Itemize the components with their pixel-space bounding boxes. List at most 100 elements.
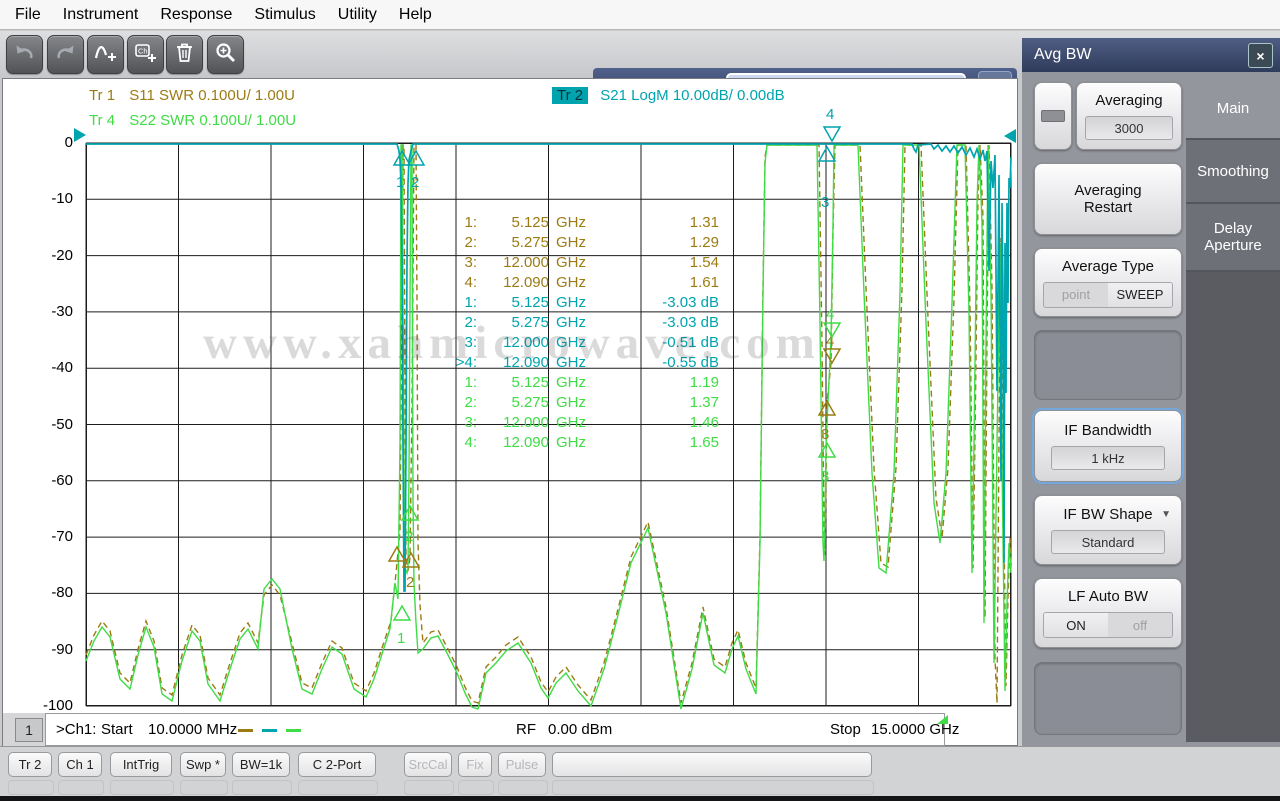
status-channel: >Ch1: [56, 721, 96, 738]
marker-number: 2: [443, 313, 477, 333]
averaging-toggle-button[interactable] [1034, 82, 1072, 150]
statusbar-button-ch-1[interactable]: Ch 1 [58, 752, 102, 777]
marker-row: 1:5.125GHz1.19 [443, 373, 719, 393]
marker-row: >4:12.090GHz-0.55 dB [443, 353, 719, 373]
marker-frequency: 5.275 [477, 313, 549, 333]
marker-number: 4: [443, 433, 477, 453]
tab-main[interactable]: Main [1186, 78, 1280, 140]
lf-auto-bw-toggle[interactable]: ON off [1043, 612, 1173, 638]
marker-3-symbol[interactable] [819, 147, 835, 161]
marker-4-symbol[interactable] [824, 127, 840, 141]
statusbar-ghost-button [180, 780, 228, 795]
statusbar-button-srccal[interactable]: SrcCal [404, 752, 452, 777]
menu-response[interactable]: Response [149, 6, 243, 24]
averaging-restart-button[interactable]: Averaging Restart [1034, 163, 1182, 235]
lf-auto-bw-off[interactable]: off [1108, 613, 1172, 637]
menu-help[interactable]: Help [388, 6, 443, 24]
channel-status-bar: >Ch1: Start 10.0000 MHz RF 0.00 dBm Stop… [45, 713, 945, 746]
status-start-label: Start [101, 721, 133, 738]
marker-1-symbol[interactable] [394, 606, 410, 620]
menu-instrument[interactable]: Instrument [52, 6, 150, 24]
marker-frequency: 12.000 [477, 333, 549, 353]
menu-utility[interactable]: Utility [327, 6, 388, 24]
marker-row: 4:12.090 GHz1.65 [443, 433, 719, 453]
marker-unit: GHz [556, 333, 602, 353]
delete-button[interactable] [166, 35, 203, 74]
delete-icon [173, 41, 196, 69]
vna-application-window: FileInstrumentResponseStimulusUtilityHel… [0, 0, 1280, 801]
statusbar-ghost-button [232, 780, 292, 795]
if-bandwidth-button[interactable]: IF Bandwidth 1 kHz [1034, 410, 1182, 482]
trace1-def: S11 SWR 0.100U/ 1.00U [129, 87, 295, 104]
trace4-legend[interactable]: Tr 4 S22 SWR 0.100U/ 1.00U [89, 112, 296, 129]
marker-unit: GHz [556, 373, 602, 393]
marker-frequency: 12.000 [477, 253, 549, 273]
average-type-toggle[interactable]: point SWEEP [1043, 282, 1173, 308]
marker-1-number: 1 [396, 174, 404, 191]
statusbar-ghost-button [58, 780, 104, 795]
marker-value: 1.46 [602, 413, 719, 433]
statusbar-button-pulse[interactable]: Pulse [498, 752, 546, 777]
statusbar-button-c-2-port[interactable]: C 2-Port [298, 752, 376, 777]
marker-4-number: 4 [826, 106, 834, 123]
average-type-button[interactable]: Average Type point SWEEP [1034, 248, 1182, 317]
marker-number: 1: [443, 293, 477, 313]
channel-badge[interactable]: 1 [15, 718, 43, 742]
trace2-id: Tr 2 [552, 87, 588, 104]
tab-smoothing[interactable]: Smoothing [1186, 140, 1280, 204]
marker-number: 1: [443, 373, 477, 393]
if-bw-shape-button[interactable]: IF BW Shape ▼ Standard [1034, 495, 1182, 565]
averaging-button[interactable]: Averaging 3000 [1076, 82, 1182, 150]
statusbar-ghost-button [298, 780, 378, 795]
add-channel-button[interactable]: Ch [127, 35, 164, 74]
y-tick-label: -70 [29, 528, 73, 545]
zoom-in-button[interactable] [207, 35, 244, 74]
statusbar-button-fix[interactable]: Fix [458, 752, 492, 777]
marker-value: 1.65 [602, 433, 719, 453]
marker-unit: GHz [556, 293, 602, 313]
marker-unit: GHz [556, 433, 602, 453]
marker-unit: GHz [556, 353, 602, 373]
trace4-id: Tr 4 [89, 112, 115, 129]
lf-auto-bw-on[interactable]: ON [1044, 613, 1108, 637]
close-icon[interactable]: × [1248, 43, 1273, 68]
trace1-legend[interactable]: Tr 1 S11 SWR 0.100U/ 1.00U [89, 87, 295, 104]
tab-label: Smoothing [1192, 163, 1274, 180]
lf-auto-bw-button[interactable]: LF Auto BW ON off [1034, 578, 1182, 648]
panel-tab-column: Main Smoothing Delay Aperture [1186, 78, 1280, 742]
tab-delay-aperture[interactable]: Delay Aperture [1186, 204, 1280, 272]
statusbar-button-swp-[interactable]: Swp * [180, 752, 226, 777]
marker-unit: GHz [556, 393, 602, 413]
blank-softkey-1 [1034, 330, 1182, 400]
marker-row: 1:5.125GHz-3.03 dB [443, 293, 719, 313]
menu-file[interactable]: File [4, 6, 52, 24]
trace2-legend[interactable]: Tr 2 S21 LogM 10.00dB/ 0.00dB [552, 87, 785, 104]
if-bw-shape-value: Standard [1051, 530, 1165, 554]
tab-label: Delay Aperture [1192, 220, 1274, 254]
marker-value: -0.55 dB [602, 353, 719, 373]
trace2-def: S21 LogM 10.00dB/ 0.00dB [600, 87, 784, 104]
marker-row: 2:5.275GHz1.29 [443, 233, 719, 253]
zoom-in-icon [214, 41, 237, 69]
instrument-status-bar: Tr 2Ch 1 IntTrig Swp *BW=1k C 2-Port SrcCalF… [0, 746, 1280, 801]
statusbar-button-blank[interactable] [552, 752, 872, 777]
lf-auto-bw-label: LF Auto BW [1068, 588, 1148, 605]
add-trace-icon [94, 41, 118, 69]
statusbar-button-inttrig[interactable]: IntTrig [110, 752, 172, 777]
average-type-sweep[interactable]: SWEEP [1108, 283, 1172, 307]
menu-stimulus[interactable]: Stimulus [243, 6, 326, 24]
average-type-point[interactable]: point [1044, 283, 1108, 307]
panel-title: Avg BW [1034, 46, 1092, 64]
statusbar-button-tr-2[interactable]: Tr 2 [8, 752, 52, 777]
status-rf-label: RF [516, 721, 536, 738]
marker-frequency: 12.090 [477, 353, 549, 373]
marker-unit: GHz [556, 413, 602, 433]
trace-color-dash [262, 729, 277, 732]
average-type-label: Average Type [1062, 258, 1154, 275]
redo-button [47, 35, 84, 74]
add-trace-button[interactable] [87, 35, 124, 74]
statusbar-button-bw-1k[interactable]: BW=1k [232, 752, 290, 777]
marker-frequency: 12.090 [477, 433, 549, 453]
statusbar-ghost-button [110, 780, 174, 795]
svg-text:Ch: Ch [138, 46, 148, 55]
